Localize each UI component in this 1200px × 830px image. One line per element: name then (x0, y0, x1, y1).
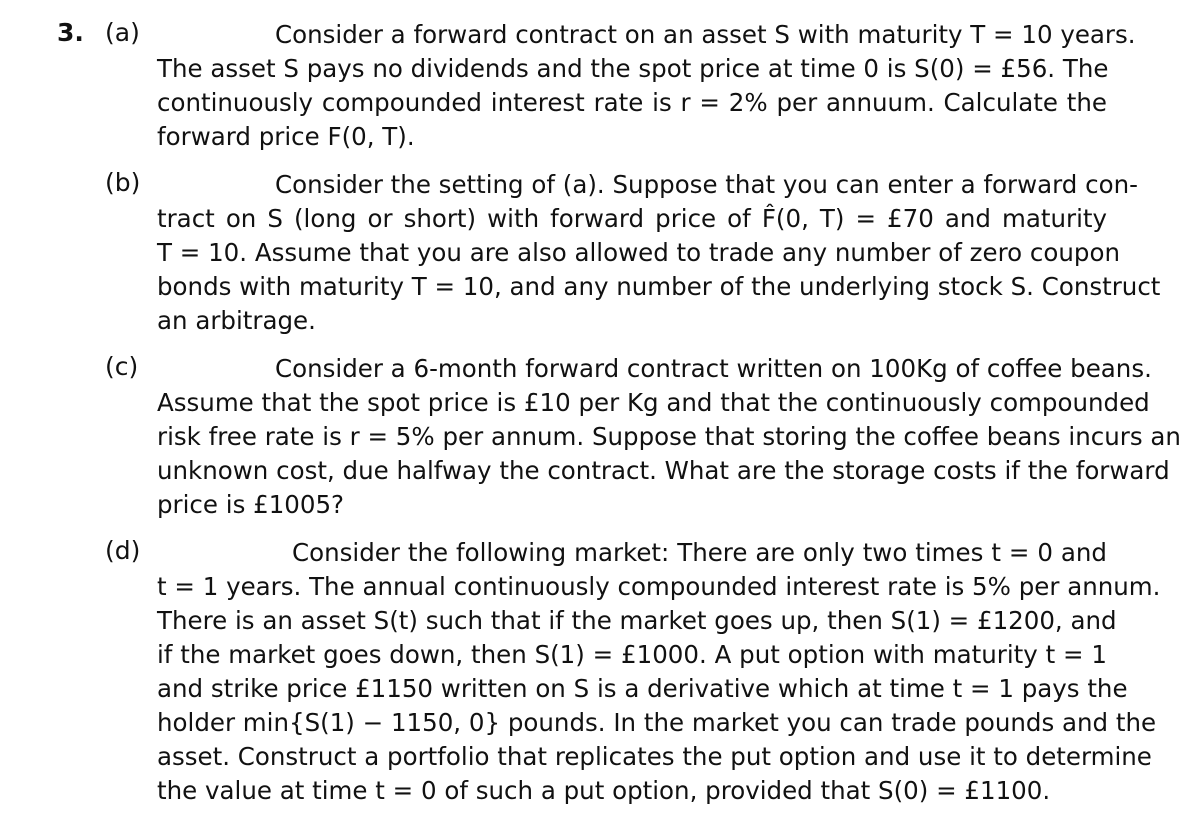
text-line: forward price F(0, T). (157, 122, 415, 151)
part-c-text: Consider a 6-month forward contract writ… (157, 352, 1181, 522)
text-line: Consider a 6-month forward contract writ… (275, 354, 1152, 383)
text-line: The asset S pays no dividends and the sp… (157, 54, 1109, 83)
text-line: the value at time t = 0 of such a put op… (157, 776, 1051, 805)
part-b-label: (b) (105, 168, 141, 197)
text-line: and strike price £1150 written on S is a… (157, 674, 1128, 703)
text-line: holder min{S(1) − 1150, 0} pounds. In th… (157, 708, 1157, 737)
part-a-text: Consider a forward contract on an asset … (157, 18, 1136, 154)
text-line: Assume that the spot price is £10 per Kg… (157, 388, 1150, 417)
text-line: price is £1005? (157, 490, 345, 519)
text-line: Consider the following market: There are… (292, 538, 1107, 567)
text-line: Consider the setting of (a). Suppose tha… (275, 170, 1138, 199)
part-d-text: Consider the following market: There are… (157, 536, 1161, 808)
text-line: T = 10. Assume that you are also allowed… (157, 238, 1120, 267)
text-line: continuously compounded interest rate is… (157, 88, 1107, 117)
text-line: if the market goes down, then S(1) = £10… (157, 640, 1107, 669)
part-d-label: (d) (105, 536, 141, 565)
part-c-label: (c) (105, 352, 139, 381)
text-line: There is an asset S(t) such that if the … (157, 606, 1117, 635)
text-line: asset. Construct a portfolio that replic… (157, 742, 1152, 771)
part-a-label: (a) (105, 18, 140, 47)
text-line: t = 1 years. The annual continuously com… (157, 572, 1161, 601)
part-b-text: Consider the setting of (a). Suppose tha… (157, 168, 1161, 338)
text-line: unknown cost, due halfway the contract. … (157, 456, 1170, 485)
text-line: risk free rate is r = 5% per annum. Supp… (157, 422, 1181, 451)
question-number: 3. (57, 18, 84, 47)
text-line: an arbitrage. (157, 306, 316, 335)
text-line: tract on S (long or short) with forward … (157, 204, 1107, 233)
text-line: Consider a forward contract on an asset … (275, 20, 1136, 49)
text-line: bonds with maturity T = 10, and any numb… (157, 272, 1161, 301)
